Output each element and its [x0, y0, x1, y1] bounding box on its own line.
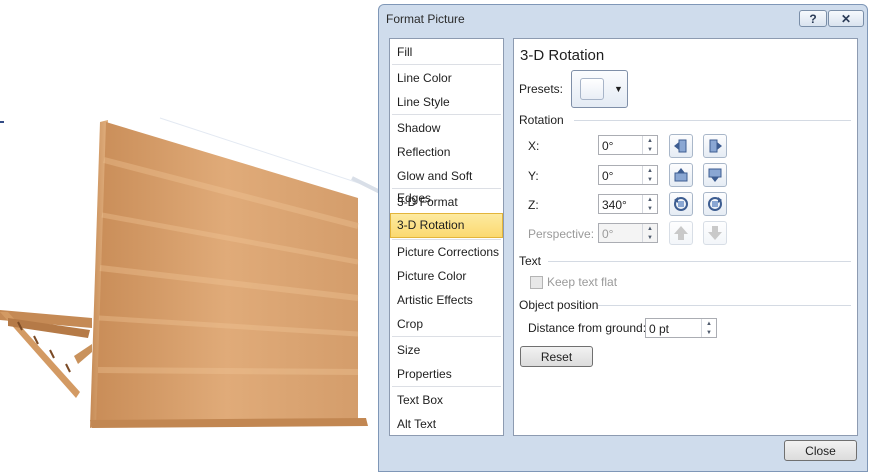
preset-swatch	[580, 78, 604, 100]
help-icon: ?	[809, 11, 817, 26]
rotation-panel: 3-D Rotation Presets: ▼ Rotation X: 0° ▲…	[513, 38, 858, 436]
format-picture-dialog: Format Picture ? ✕ Fill Line Color Line …	[378, 4, 868, 472]
y-label: Y:	[528, 169, 539, 183]
category-size[interactable]: Size	[391, 339, 502, 361]
object-position-section-label: Object position	[519, 298, 599, 312]
perspective-value: 0°	[602, 227, 614, 241]
rotate-down-icon	[708, 168, 722, 182]
reset-button[interactable]: Reset	[520, 346, 593, 367]
keep-text-flat-checkbox[interactable]	[530, 276, 543, 289]
perspective-label: Perspective:	[528, 227, 595, 241]
category-line-color[interactable]: Line Color	[391, 67, 502, 89]
panel-title: 3-D Rotation	[520, 47, 605, 64]
rotate-up-button[interactable]	[669, 163, 693, 187]
category-separator	[392, 64, 501, 65]
keep-text-flat-label: Keep text flat	[547, 275, 618, 289]
x-rotation-input[interactable]: 0° ▲ ▼	[598, 135, 658, 155]
distance-input[interactable]: 0 pt ▲ ▼	[645, 318, 717, 338]
x-rotation-value: 0°	[602, 139, 614, 153]
x-label: X:	[528, 139, 540, 153]
category-separator	[392, 239, 501, 240]
category-crop[interactable]: Crop	[391, 313, 502, 335]
distance-value: 0 pt	[649, 322, 670, 336]
category-glow-soft-edges[interactable]: Glow and Soft Edges	[391, 165, 502, 205]
rotate-right-icon	[709, 139, 722, 153]
perspective-increase-icon	[674, 226, 688, 240]
category-alt-text[interactable]: Alt Text	[391, 413, 502, 435]
y-rotation-value: 0°	[602, 169, 614, 183]
presets-label: Presets:	[519, 82, 564, 96]
spin-arrows[interactable]: ▲ ▼	[642, 166, 657, 184]
presets-dropdown[interactable]: ▼	[571, 70, 628, 108]
perspective-decrease-icon	[708, 226, 722, 240]
z-rotation-value: 340°	[602, 198, 627, 212]
rotate-counterclockwise-icon	[674, 197, 688, 211]
category-artistic-effects[interactable]: Artistic Effects	[391, 289, 502, 311]
category-reflection[interactable]: Reflection	[391, 141, 502, 163]
perspective-increase-button[interactable]	[669, 221, 693, 245]
dialog-title: Format Picture	[386, 12, 465, 26]
close-x-button[interactable]: ✕	[828, 10, 864, 27]
category-3d-rotation[interactable]: 3-D Rotation	[390, 213, 503, 238]
rotate-clockwise-button[interactable]	[703, 192, 727, 216]
spin-arrows[interactable]: ▲ ▼	[642, 136, 657, 154]
easel-legs	[0, 310, 92, 398]
rotation-section-label: Rotation	[519, 113, 564, 127]
category-separator	[392, 386, 501, 387]
category-3d-format[interactable]: 3-D Format	[391, 191, 502, 213]
rotate-left-icon	[674, 139, 687, 153]
perspective-input[interactable]: 0° ▲ ▼	[598, 223, 658, 243]
close-button[interactable]: Close	[784, 440, 857, 461]
rotate-left-button[interactable]	[669, 134, 693, 158]
dialog-titlebar[interactable]: Format Picture ? ✕	[379, 5, 867, 32]
category-separator	[392, 188, 501, 189]
perspective-decrease-button[interactable]	[703, 221, 727, 245]
distance-label: Distance from ground:	[528, 321, 647, 335]
slide-picture	[0, 117, 380, 428]
y-rotation-input[interactable]: 0° ▲ ▼	[598, 165, 658, 185]
category-separator	[392, 114, 501, 115]
rotate-up-icon	[674, 168, 688, 182]
category-list: Fill Line Color Line Style Shadow Reflec…	[389, 38, 504, 436]
category-fill[interactable]: Fill	[391, 41, 502, 63]
category-shadow[interactable]: Shadow	[391, 117, 502, 139]
spin-arrows[interactable]: ▲ ▼	[642, 224, 657, 242]
category-properties[interactable]: Properties	[391, 363, 502, 385]
chevron-down-icon: ▼	[614, 84, 623, 94]
category-separator	[392, 336, 501, 337]
rotate-counterclockwise-button[interactable]	[669, 192, 693, 216]
spin-arrows[interactable]: ▲ ▼	[701, 319, 716, 337]
spin-arrows[interactable]: ▲ ▼	[642, 195, 657, 213]
category-line-style[interactable]: Line Style	[391, 91, 502, 113]
text-section-label: Text	[519, 254, 542, 268]
close-icon: ✕	[840, 11, 852, 26]
rotate-right-button[interactable]	[703, 134, 727, 158]
rotate-down-button[interactable]	[703, 163, 727, 187]
section-divider	[598, 305, 851, 306]
help-button[interactable]: ?	[799, 10, 827, 27]
z-label: Z:	[528, 198, 539, 212]
rotate-clockwise-icon	[708, 197, 722, 211]
category-picture-color[interactable]: Picture Color	[391, 265, 502, 287]
category-text-box[interactable]: Text Box	[391, 389, 502, 411]
section-divider	[548, 261, 851, 262]
z-rotation-input[interactable]: 340° ▲ ▼	[598, 194, 658, 214]
section-divider	[574, 120, 851, 121]
category-picture-corrections[interactable]: Picture Corrections	[391, 241, 502, 263]
